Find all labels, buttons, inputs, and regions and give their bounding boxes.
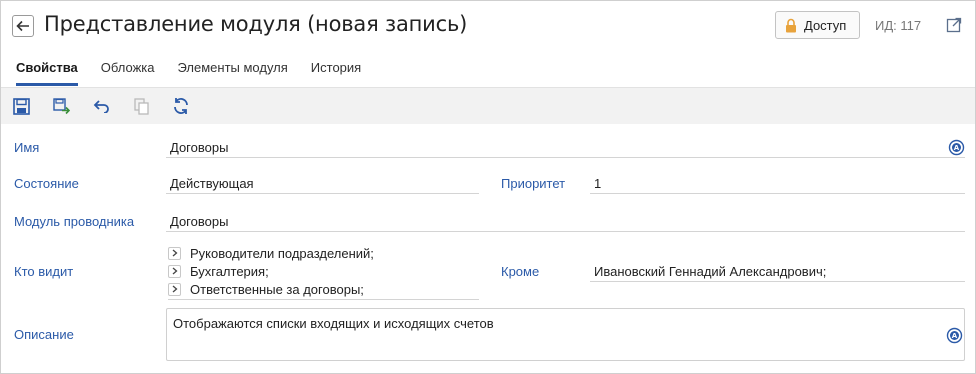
chevron-right-icon[interactable] [168, 282, 181, 296]
list-item-label: Руководители подразделений; [190, 245, 374, 261]
chevron-right-icon[interactable] [168, 264, 181, 278]
tab-bar: Свойства Обложка Элементы модуля История [0, 56, 384, 86]
name-field[interactable]: Договоры [166, 140, 965, 158]
list-item: Бухгалтерия; [168, 262, 479, 280]
save-icon[interactable] [12, 97, 30, 115]
except-value: Ивановский Геннадий Александрович; [594, 264, 827, 279]
back-button[interactable] [12, 15, 34, 37]
priority-field[interactable]: 1 [590, 176, 965, 194]
state-label: Состояние [14, 176, 79, 191]
tab-properties[interactable]: Свойства [16, 56, 78, 86]
svg-text:A: A [952, 332, 958, 340]
name-label: Имя [14, 140, 40, 155]
save-and-close-icon[interactable] [52, 97, 70, 115]
lock-icon [786, 18, 796, 32]
explorer-module-label: Модуль проводника [14, 214, 135, 229]
chevron-right-icon[interactable] [168, 246, 181, 260]
except-label: Кроме [501, 264, 540, 279]
list-item: Руководители подразделений; [168, 244, 479, 262]
list-item: Ответственные за договоры; [168, 280, 479, 298]
who-sees-list: Руководители подразделений; Бухгалтерия;… [168, 244, 479, 300]
description-value: Отображаются списки входящих и исходящих… [173, 316, 494, 331]
copy-icon [132, 97, 150, 115]
open-in-new-window-icon[interactable] [946, 17, 962, 33]
access-button[interactable]: Доступ [775, 11, 860, 39]
explorer-module-value: Договоры [170, 214, 229, 229]
description-label: Описание [14, 327, 74, 342]
list-item-label: Бухгалтерия; [190, 263, 269, 279]
who-sees-label: Кто видит [14, 264, 74, 279]
description-textarea[interactable]: Отображаются списки входящих и исходящих… [166, 308, 965, 361]
priority-label: Приоритет [501, 176, 566, 191]
record-id: ИД: 117 [875, 18, 922, 33]
arrow-left-icon [16, 20, 29, 32]
undo-icon[interactable] [92, 97, 110, 115]
tab-cover[interactable]: Обложка [101, 56, 155, 86]
tab-module-elements[interactable]: Элементы модуля [178, 56, 288, 86]
except-field[interactable]: Ивановский Геннадий Александрович; [590, 264, 965, 282]
access-button-label: Доступ [804, 17, 847, 33]
translate-icon[interactable]: A [946, 327, 963, 344]
explorer-module-field[interactable]: Договоры [166, 214, 965, 232]
tab-history[interactable]: История [311, 56, 361, 86]
priority-value: 1 [594, 176, 602, 191]
translate-icon[interactable]: A [948, 139, 965, 156]
svg-text:A: A [954, 144, 960, 152]
page-title: Представление модуля (новая запись) [44, 12, 468, 36]
state-value: Действующая [170, 176, 254, 191]
state-field[interactable]: Действующая [166, 176, 479, 194]
refresh-icon[interactable] [172, 97, 190, 115]
list-item-label: Ответственные за договоры; [190, 281, 364, 297]
name-value: Договоры [170, 140, 229, 155]
toolbar [1, 87, 975, 124]
